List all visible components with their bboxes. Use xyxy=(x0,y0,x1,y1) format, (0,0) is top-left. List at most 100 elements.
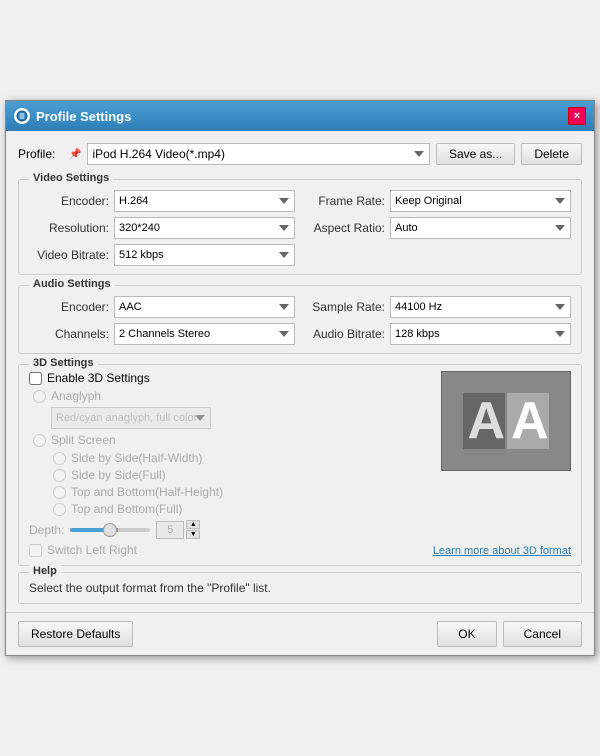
title-bar-left: Profile Settings xyxy=(14,108,131,124)
resolution-label: Resolution: xyxy=(29,221,109,235)
audio-bitrate-select[interactable]: 128 kbps xyxy=(390,323,571,345)
aspect-ratio-select[interactable]: Auto xyxy=(390,217,571,239)
learn-more-row: Learn more about 3D format xyxy=(433,541,571,557)
dialog-title: Profile Settings xyxy=(36,109,131,124)
top-bottom-half-label: Top and Bottom(Half-Height) xyxy=(71,485,223,499)
switch-left-right-label: Switch Left Right xyxy=(47,543,137,557)
help-title: Help xyxy=(29,565,61,577)
frame-rate-row: Frame Rate: Keep Original xyxy=(305,190,571,212)
delete-button[interactable]: Delete xyxy=(521,143,582,165)
profile-row: Profile: 📌 iPod H.264 Video(*.mp4) Save … xyxy=(18,139,582,169)
close-button[interactable]: × xyxy=(568,107,586,125)
frame-rate-select[interactable]: Keep Original xyxy=(390,190,571,212)
enable-3d-row: Enable 3D Settings xyxy=(29,371,423,385)
side-by-side-half-radio[interactable] xyxy=(53,452,66,465)
preview-column: A A Learn more about 3D format xyxy=(433,371,571,557)
video-bitrate-label: Video Bitrate: xyxy=(29,248,109,262)
switch-left-right-checkbox[interactable] xyxy=(29,544,42,557)
split-screen-label: Split Screen xyxy=(51,433,116,447)
audio-settings-section: Audio Settings Encoder: AAC Sample Rate:… xyxy=(18,285,582,354)
channels-row: Channels: 2 Channels Stereo xyxy=(29,323,295,345)
audio-bitrate-row: Audio Bitrate: 128 kbps xyxy=(305,323,571,345)
video-settings-section: Video Settings Encoder: H.264 Frame Rate… xyxy=(18,179,582,275)
audio-bitrate-label: Audio Bitrate: xyxy=(305,327,385,341)
depth-slider[interactable] xyxy=(70,528,150,532)
top-bottom-full-label: Top and Bottom(Full) xyxy=(71,502,182,516)
frame-rate-label: Frame Rate: xyxy=(305,194,385,208)
dialog-content: Profile: 📌 iPod H.264 Video(*.mp4) Save … xyxy=(6,131,594,612)
app-icon xyxy=(14,108,30,124)
enable-3d-label: Enable 3D Settings xyxy=(47,371,150,385)
resolution-select[interactable]: 320*240 xyxy=(114,217,295,239)
3d-settings-section: 3D Settings Enable 3D Settings Anaglyph xyxy=(18,364,582,566)
enable-3d-checkbox[interactable] xyxy=(29,372,42,385)
top-bottom-full-radio[interactable] xyxy=(53,503,66,516)
cancel-button[interactable]: Cancel xyxy=(503,621,582,647)
3d-controls: Enable 3D Settings Anaglyph Red/cyan ana… xyxy=(29,371,423,557)
restore-defaults-button[interactable]: Restore Defaults xyxy=(18,621,133,647)
depth-label: Depth: xyxy=(29,523,64,537)
audio-encoder-label: Encoder: xyxy=(29,300,109,314)
switch-left-right-row: Switch Left Right xyxy=(29,543,423,557)
save-as-button[interactable]: Save as... xyxy=(436,143,515,165)
audio-settings-title: Audio Settings xyxy=(29,278,115,290)
ok-button[interactable]: OK xyxy=(437,621,496,647)
side-by-side-half-label: Side by Side(Half-Width) xyxy=(71,451,202,465)
depth-decrement-button[interactable]: ▼ xyxy=(186,530,200,539)
sample-rate-select[interactable]: 44100 Hz xyxy=(390,296,571,318)
help-text: Select the output format from the "Profi… xyxy=(29,581,571,595)
depth-spin-buttons: ▲ ▼ xyxy=(186,520,200,539)
aspect-ratio-row: Aspect Ratio: Auto xyxy=(305,217,571,239)
channels-select[interactable]: 2 Channels Stereo xyxy=(114,323,295,345)
resolution-row: Resolution: 320*240 xyxy=(29,217,295,239)
depth-spinbox: ▲ ▼ xyxy=(156,520,200,539)
video-settings-empty xyxy=(305,244,571,266)
depth-row: Depth: ▲ ▼ xyxy=(29,520,423,539)
3d-settings-title: 3D Settings xyxy=(29,357,98,369)
anaglyph-select-row: Red/cyan anaglyph, full color xyxy=(29,407,423,429)
split-screen-sub: Side by Side(Half-Width) Side by Side(Fu… xyxy=(29,451,423,516)
side-by-side-full-label: Side by Side(Full) xyxy=(71,468,166,482)
aspect-ratio-label: Aspect Ratio: xyxy=(305,221,385,235)
top-bottom-full-row: Top and Bottom(Full) xyxy=(49,502,423,516)
profile-select[interactable]: iPod H.264 Video(*.mp4) xyxy=(87,143,429,165)
audio-settings-grid: Encoder: AAC Sample Rate: 44100 Hz Chann… xyxy=(29,296,571,345)
encoder-select[interactable]: H.264 xyxy=(114,190,295,212)
depth-increment-button[interactable]: ▲ xyxy=(186,520,200,529)
top-bottom-half-radio[interactable] xyxy=(53,486,66,499)
anaglyph-select[interactable]: Red/cyan anaglyph, full color xyxy=(51,407,211,429)
encoder-label: Encoder: xyxy=(29,194,109,208)
video-settings-title: Video Settings xyxy=(29,172,113,184)
aa-text: A A xyxy=(463,393,548,449)
side-by-side-full-radio[interactable] xyxy=(53,469,66,482)
anaglyph-label: Anaglyph xyxy=(51,389,101,403)
learn-more-link[interactable]: Learn more about 3D format xyxy=(433,545,571,557)
bottom-bar: Restore Defaults OK Cancel xyxy=(6,612,594,655)
dialog-window: Profile Settings × Profile: 📌 iPod H.264… xyxy=(5,100,595,656)
encoder-row: Encoder: H.264 xyxy=(29,190,295,212)
side-by-side-half-row: Side by Side(Half-Width) xyxy=(49,451,423,465)
depth-value-input[interactable] xyxy=(156,521,184,539)
aa-right: A xyxy=(507,393,549,449)
top-bottom-half-row: Top and Bottom(Half-Height) xyxy=(49,485,423,499)
aa-preview: A A xyxy=(441,371,571,471)
audio-encoder-row: Encoder: AAC xyxy=(29,296,295,318)
split-screen-row: Split Screen xyxy=(29,433,423,447)
bottom-right: OK Cancel xyxy=(437,621,582,647)
video-bitrate-select[interactable]: 512 kbps xyxy=(114,244,295,266)
channels-label: Channels: xyxy=(29,327,109,341)
anaglyph-radio[interactable] xyxy=(33,390,46,403)
side-by-side-full-row: Side by Side(Full) xyxy=(49,468,423,482)
video-bitrate-row: Video Bitrate: 512 kbps xyxy=(29,244,295,266)
title-bar: Profile Settings × xyxy=(6,101,594,131)
anaglyph-row: Anaglyph xyxy=(29,389,423,403)
3d-layout: Enable 3D Settings Anaglyph Red/cyan ana… xyxy=(29,371,571,557)
help-section: Help Select the output format from the "… xyxy=(18,572,582,604)
profile-label: Profile: xyxy=(18,147,63,161)
sample-rate-label: Sample Rate: xyxy=(305,300,385,314)
split-screen-radio[interactable] xyxy=(33,434,46,447)
video-settings-grid: Encoder: H.264 Frame Rate: Keep Original… xyxy=(29,190,571,266)
aa-left: A xyxy=(463,393,505,449)
sample-rate-row: Sample Rate: 44100 Hz xyxy=(305,296,571,318)
audio-encoder-select[interactable]: AAC xyxy=(114,296,295,318)
